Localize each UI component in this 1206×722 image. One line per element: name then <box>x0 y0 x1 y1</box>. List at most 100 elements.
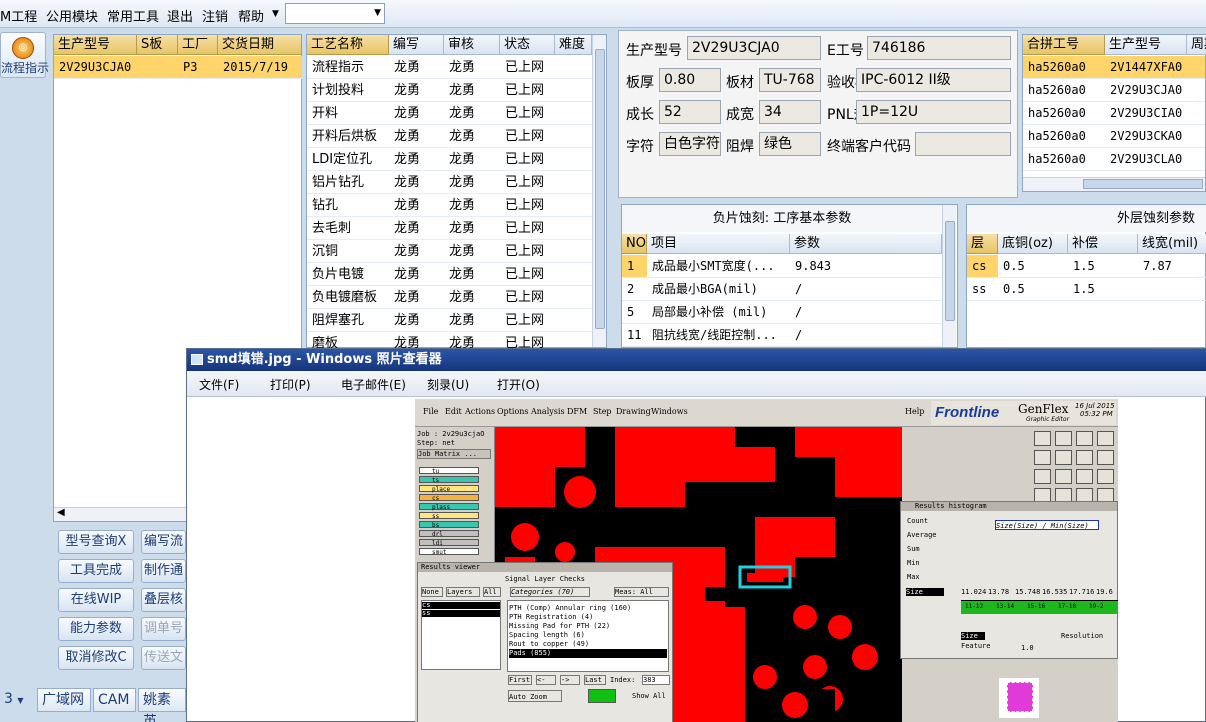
col-layer[interactable]: 层 <box>967 234 998 254</box>
material-field[interactable]: TU-768 <box>759 68 821 92</box>
table-cell[interactable]: ha5260a0 <box>1023 79 1105 102</box>
table-cell[interactable]: 龙勇 <box>444 286 500 309</box>
vertical-scrollbar[interactable] <box>592 35 606 347</box>
table-cell[interactable]: 龙勇 <box>389 148 444 171</box>
make-notice-button[interactable]: 制作通 <box>141 559 186 583</box>
table-cell[interactable]: 阻焊塞孔 <box>307 309 389 332</box>
table-cell[interactable]: 0.5 <box>998 255 1068 278</box>
col-cycle[interactable]: 周期 <box>1187 35 1206 55</box>
horizontal-scrollbar[interactable] <box>1023 177 1205 191</box>
vertical-scrollbar[interactable] <box>942 205 956 347</box>
table-cell[interactable]: 龙勇 <box>444 194 500 217</box>
col-factory[interactable]: 工厂 <box>178 35 218 55</box>
table-cell[interactable]: 已上网 <box>500 102 555 125</box>
table-cell[interactable]: ha5260a0 <box>1023 125 1105 148</box>
menu-common-modules[interactable]: 公用模块 <box>46 6 98 25</box>
viewer-burn-menu[interactable]: 刻录(U) <box>427 376 469 393</box>
table-cell[interactable]: 2V29U3CJA0 <box>54 56 178 79</box>
viewer-file-menu[interactable]: 文件(F) <box>199 376 239 393</box>
table-cell[interactable]: 已上网 <box>500 125 555 148</box>
e-number-field[interactable]: 746186 <box>867 36 1011 60</box>
scroll-thumb[interactable] <box>945 221 955 321</box>
table-cell[interactable] <box>555 286 592 309</box>
table-cell[interactable]: 已上网 <box>500 79 555 102</box>
table-cell[interactable]: 龙勇 <box>389 171 444 194</box>
table-cell[interactable]: 龙勇 <box>389 286 444 309</box>
table-cell[interactable]: 2V29U3CJA0 <box>1105 79 1205 102</box>
table-cell[interactable]: 龙勇 <box>389 125 444 148</box>
table-cell[interactable]: 2V29U3CKA0 <box>1105 125 1205 148</box>
table-cell[interactable]: 龙勇 <box>444 148 500 171</box>
table-cell[interactable]: ha5260a0 <box>1023 102 1105 125</box>
toolbar-combo[interactable]: ▼ <box>285 3 385 24</box>
table-cell[interactable] <box>555 194 592 217</box>
table-cell[interactable]: 计划投料 <box>307 79 389 102</box>
stackup-check-button[interactable]: 叠层核 <box>141 588 186 612</box>
viewer-titlebar[interactable]: smd填错.jpg - Windows 照片查看器 <box>187 349 1206 371</box>
menu-logout[interactable]: 注销 <box>202 6 228 25</box>
table-cell[interactable]: 负电镀磨板 <box>307 286 389 309</box>
table-cell[interactable]: 已上网 <box>500 148 555 171</box>
col-linewidth[interactable]: 线宽(mil) <box>1138 234 1206 254</box>
table-cell[interactable] <box>555 56 592 79</box>
table-cell[interactable]: 龙勇 <box>444 79 500 102</box>
menu-help[interactable]: 帮助 <box>238 6 264 25</box>
table-cell[interactable]: 已上网 <box>500 171 555 194</box>
table-cell[interactable]: 龙勇 <box>444 217 500 240</box>
write-flow-button[interactable]: 编写流 <box>141 530 186 554</box>
table-cell[interactable]: 流程指示 <box>307 56 389 79</box>
table-cell[interactable]: 龙勇 <box>444 125 500 148</box>
col-param[interactable]: 参数 <box>790 234 942 254</box>
table-cell[interactable]: / <box>790 301 942 324</box>
table-cell[interactable]: 2 <box>622 278 647 301</box>
table-cell[interactable]: 2V1447XFA0 <box>1105 56 1205 79</box>
table-cell[interactable]: 已上网 <box>500 217 555 240</box>
table-cell[interactable]: 龙勇 <box>389 194 444 217</box>
table-cell[interactable]: 铝片钻孔 <box>307 171 389 194</box>
table-cell[interactable]: 开料后烘板 <box>307 125 389 148</box>
soldermask-field[interactable]: 绿色 <box>759 132 821 156</box>
menu-exit[interactable]: 退出 <box>167 6 193 25</box>
online-wip-button[interactable]: 在线WIP <box>58 588 134 612</box>
table-cell[interactable] <box>555 263 592 286</box>
table-cell[interactable] <box>555 148 592 171</box>
table-cell[interactable]: 龙勇 <box>444 56 500 79</box>
table-cell[interactable]: 成品最小SMT宽度(... <box>647 255 790 278</box>
table-cell[interactable]: 去毛刺 <box>307 217 389 240</box>
model-query-button[interactable]: 型号查询X <box>58 530 134 554</box>
table-cell[interactable]: 2V29U3CLA0 <box>1105 148 1205 171</box>
table-cell[interactable]: 2V29U3CIA0 <box>1105 102 1205 125</box>
table-cell[interactable]: 龙勇 <box>444 171 500 194</box>
table-cell[interactable]: 2015/7/19 <box>218 56 302 79</box>
table-cell[interactable]: 龙勇 <box>389 309 444 332</box>
table-cell[interactable] <box>555 171 592 194</box>
table-cell[interactable]: P3 <box>178 56 218 79</box>
width-field[interactable]: 34 <box>759 100 821 124</box>
col-model[interactable]: 生产型号 <box>54 35 137 55</box>
customer-code-field[interactable] <box>915 132 1011 156</box>
col-s-board[interactable]: S板 <box>137 35 178 55</box>
adjust-order-button[interactable]: 调单号 <box>141 617 186 641</box>
col-compensation[interactable]: 补偿 <box>1068 234 1138 254</box>
table-cell[interactable]: 已上网 <box>500 286 555 309</box>
tool-complete-button[interactable]: 工具完成 <box>58 559 134 583</box>
col-author[interactable]: 编写 <box>389 35 444 55</box>
table-cell[interactable] <box>555 102 592 125</box>
send-file-button[interactable]: 传送文 <box>141 646 186 670</box>
capability-params-button[interactable]: 能力参数 <box>58 617 134 641</box>
col-no[interactable]: NO <box>622 234 647 254</box>
help-dropdown-icon[interactable]: ▼ <box>272 9 279 19</box>
table-cell[interactable]: / <box>790 324 942 347</box>
menu-tools[interactable]: 常用工具 <box>107 6 159 25</box>
table-cell[interactable]: 龙勇 <box>444 263 500 286</box>
col-merge-no[interactable]: 合拼工号 <box>1023 35 1105 55</box>
table-cell[interactable]: 阻抗线宽/线距控制... <box>647 324 790 347</box>
col-merge-model[interactable]: 生产型号 <box>1105 35 1187 55</box>
table-cell[interactable]: ha5260a0 <box>1023 148 1105 171</box>
table-cell[interactable]: 龙勇 <box>389 217 444 240</box>
table-cell[interactable]: 龙勇 <box>389 79 444 102</box>
tab-wan[interactable]: 广域网 <box>37 688 91 712</box>
table-cell[interactable]: 11 <box>622 324 647 347</box>
viewer-open-menu[interactable]: 打开(O) <box>497 376 540 393</box>
col-delivery-date[interactable]: 交货日期 <box>218 35 302 55</box>
